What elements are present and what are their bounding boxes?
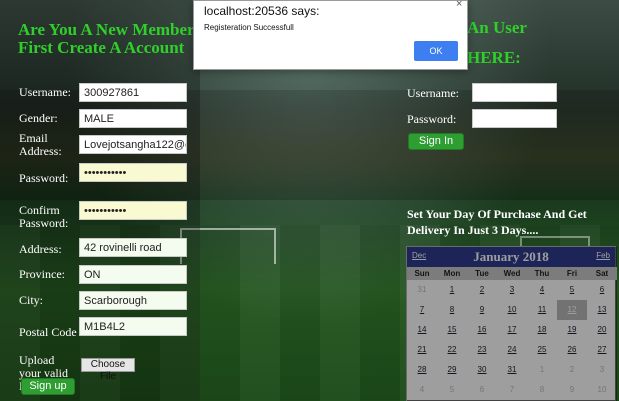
postal-code-label: Postal Code [19,325,77,339]
calendar-weekday: Mon [437,267,467,280]
gender-input[interactable]: MALE [79,109,187,128]
confirm-password-label: Confirm Password: [19,203,69,230]
calendar-day-outside[interactable]: 2 [557,360,587,380]
calendar-day-outside[interactable]: 9 [557,380,587,400]
login-heading-line2: HERE: [467,48,521,67]
calendar-day[interactable]: 22 [437,340,467,360]
sign-in-button[interactable]: Sign In [408,133,464,150]
username-label: Username: [19,85,71,99]
calendar-day-outside[interactable]: 8 [527,380,557,400]
register-heading-line2: First Create A Account [18,38,185,57]
calendar-weekday: Tue [467,267,497,280]
calendar-day[interactable]: 7 [407,300,437,320]
calendar-day-outside[interactable]: 7 [497,380,527,400]
calendar-day[interactable]: 2 [467,280,497,300]
calendar-weekday: Thu [527,267,557,280]
calendar-day[interactable]: 5 [557,280,587,300]
calendar-day[interactable]: 17 [497,320,527,340]
close-icon[interactable]: × [456,0,462,10]
username-input[interactable]: 300927861 [79,83,187,102]
calendar-day[interactable]: 24 [497,340,527,360]
province-label: Province: [19,267,65,281]
calendar-day[interactable]: 28 [407,360,437,380]
calendar-day[interactable]: 18 [527,320,557,340]
gender-label: Gender: [19,111,58,125]
calendar-day-outside[interactable]: 3 [587,360,617,380]
choose-file-button[interactable]: Choose File [81,358,135,382]
calendar-day[interactable]: 30 [467,360,497,380]
calendar-day[interactable]: 4 [527,280,557,300]
login-password-input[interactable] [472,109,557,128]
calendar-day[interactable]: 13 [587,300,617,320]
login-username-input[interactable] [472,83,557,102]
dialog-message: Registeration Successfull [204,23,294,32]
calendar-weekday: Sat [587,267,617,280]
calendar-next-link[interactable]: Feb [596,251,610,260]
purchase-calendar: Dec January 2018 Feb Sun Mon Tue Wed Thu Fri S… [406,246,617,401]
login-password-label: Password: [407,112,457,126]
calendar-day[interactable]: 19 [557,320,587,340]
calendar-title: January 2018 [473,249,549,264]
calendar-weekday: Wed [497,267,527,280]
dialog-title: localhost:20536 says: [204,4,320,18]
calendar-grid: Sun Mon Tue Wed Thu Fri Sat 31 1 2 3 4 5 6 7 8 9 10 11 12 13… [407,267,617,400]
calendar-day-outside[interactable]: 1 [527,360,557,380]
calendar-day[interactable]: 27 [587,340,617,360]
calendar-day[interactable]: 15 [437,320,467,340]
calendar-day[interactable]: 20 [587,320,617,340]
purchase-heading: Set Your Day Of Purchase And Get Deliver… [407,207,587,237]
register-heading-line1: Are You A New Member.? [18,20,206,39]
calendar-header: Dec January 2018 Feb [407,247,615,267]
calendar-day[interactable]: 12 [557,300,587,320]
city-input[interactable]: Scarborough [79,291,187,310]
email-label: Email Address: [19,131,62,158]
calendar-day[interactable]: 14 [407,320,437,340]
login-username-label: Username: [407,86,459,100]
ok-button[interactable]: OK [414,41,458,61]
calendar-day-outside[interactable]: 4 [407,380,437,400]
calendar-day[interactable]: 16 [467,320,497,340]
calendar-day[interactable]: 10 [497,300,527,320]
calendar-day[interactable]: 6 [587,280,617,300]
alert-dialog: localhost:20536 says: × Registeration Su… [193,0,468,70]
calendar-day[interactable]: 3 [497,280,527,300]
calendar-day[interactable]: 23 [467,340,497,360]
password-input[interactable]: ••••••••••• [79,163,187,182]
sign-up-button[interactable]: Sign up [21,378,75,395]
calendar-weekday: Fri [557,267,587,280]
calendar-day-outside[interactable]: 6 [467,380,497,400]
postal-code-input[interactable]: M1B4L2 [79,317,187,336]
address-label: Address: [19,242,62,256]
address-input[interactable]: 42 rovinelli road [79,238,187,257]
calendar-day-outside[interactable]: 5 [437,380,467,400]
calendar-day[interactable]: 11 [527,300,557,320]
calendar-day[interactable]: 31 [497,360,527,380]
calendar-day[interactable]: 26 [557,340,587,360]
password-label: Password: [19,171,69,185]
calendar-day[interactable]: 9 [467,300,497,320]
calendar-day[interactable]: 8 [437,300,467,320]
login-heading-line1: An User [467,18,527,37]
calendar-day[interactable]: 29 [437,360,467,380]
calendar-day-outside[interactable]: 10 [587,380,617,400]
calendar-day-outside[interactable]: 31 [407,280,437,300]
calendar-day[interactable]: 21 [407,340,437,360]
confirm-password-input[interactable]: ••••••••••• [79,201,187,220]
calendar-weekday: Sun [407,267,437,280]
province-input[interactable]: ON [79,265,187,284]
calendar-day[interactable]: 25 [527,340,557,360]
city-label: City: [19,293,44,307]
calendar-day[interactable]: 1 [437,280,467,300]
email-input[interactable]: Lovejotsangha122@gmail [79,135,187,154]
